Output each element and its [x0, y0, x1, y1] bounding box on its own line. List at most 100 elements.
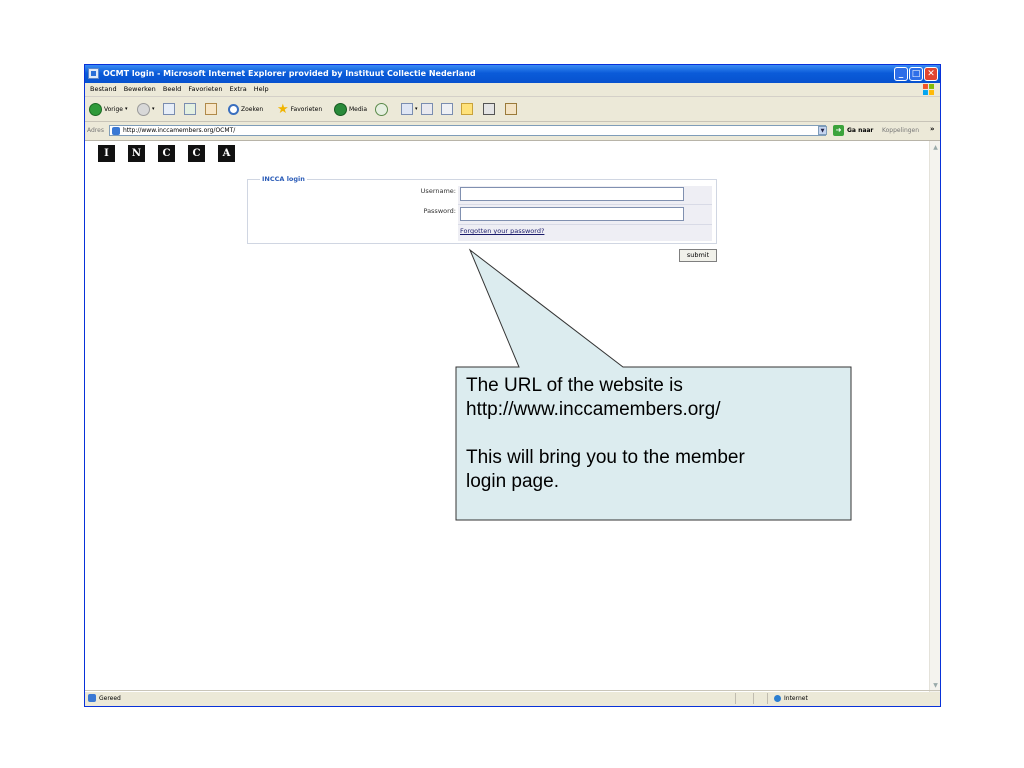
forward-dropdown-icon: ▾	[152, 106, 155, 112]
logo-letter: I	[98, 145, 115, 162]
status-divider	[767, 693, 768, 704]
research-icon	[505, 103, 517, 115]
history-button[interactable]	[375, 101, 388, 117]
search-label: Zoeken	[241, 105, 264, 113]
address-input[interactable]: http://www.inccamembers.org/OCMT/	[109, 125, 826, 136]
submit-button[interactable]: submit	[679, 249, 717, 262]
menu-favorieten[interactable]: Favorieten	[188, 83, 222, 96]
discuss-button[interactable]	[461, 101, 473, 117]
window-title: OCMT login - Microsoft Internet Explorer…	[103, 69, 476, 78]
menu-bar: Bestand Bewerken Beeld Favorieten Extra …	[85, 83, 940, 97]
search-icon	[228, 103, 239, 115]
edit-button[interactable]	[441, 101, 453, 117]
print-icon	[421, 103, 433, 115]
go-button[interactable]: ➜ Ga naar	[833, 125, 873, 136]
globe-icon	[774, 695, 781, 702]
status-divider	[753, 693, 754, 704]
status-text: Gereed	[99, 695, 121, 702]
scroll-down-icon[interactable]: ▼	[931, 681, 940, 690]
media-button[interactable]: Media	[334, 101, 367, 117]
edit-icon	[441, 103, 453, 115]
callout-line: login page.	[466, 471, 559, 492]
address-label: Adres	[87, 127, 104, 134]
menu-beeld[interactable]: Beeld	[163, 83, 181, 96]
logo-letter: A	[218, 145, 235, 162]
maximize-button[interactable]: □	[909, 67, 923, 81]
stop-icon	[163, 103, 175, 115]
login-legend: INCCA login	[260, 175, 307, 183]
menu-extra[interactable]: Extra	[230, 83, 247, 96]
stop-button[interactable]	[163, 101, 175, 117]
back-label: Vorige	[104, 105, 123, 113]
forward-button[interactable]: ▾	[137, 101, 155, 117]
back-dropdown-icon: ▾	[124, 106, 128, 112]
title-bar[interactable]: OCMT login - Microsoft Internet Explorer…	[85, 65, 940, 83]
callout-line: The URL of the website is	[466, 375, 683, 396]
minimize-button[interactable]: _	[894, 67, 908, 81]
status-page-icon	[88, 694, 96, 702]
window-controls: _ □ ✕	[894, 67, 938, 81]
password-input[interactable]	[460, 207, 684, 221]
refresh-icon	[184, 103, 196, 115]
login-fieldset: INCCA login Username: Password: Forgotte…	[247, 175, 717, 244]
password-label: Password:	[423, 207, 456, 215]
address-url: http://www.inccamembers.org/OCMT/	[123, 127, 236, 134]
messenger-button[interactable]	[483, 101, 495, 117]
research-button[interactable]	[505, 101, 517, 117]
go-arrow-icon: ➜	[833, 125, 844, 136]
print-button[interactable]	[421, 101, 433, 117]
chevron-down-icon: ▼	[820, 128, 825, 134]
back-arrow-icon	[89, 102, 102, 116]
favorites-button[interactable]: ★ Favorieten	[277, 101, 322, 117]
menu-help[interactable]: Help	[254, 83, 269, 96]
username-input[interactable]	[460, 187, 684, 201]
forward-arrow-icon	[137, 102, 150, 116]
address-bar: Adres http://www.inccamembers.org/OCMT/ …	[85, 122, 940, 141]
callout-note: The URL of the website is http://www.inc…	[466, 374, 846, 494]
history-icon	[375, 102, 388, 116]
callout-line: http://www.inccamembers.org/	[466, 399, 721, 420]
go-label: Ga naar	[847, 127, 874, 134]
home-button[interactable]	[205, 101, 217, 117]
folder-icon	[461, 103, 473, 115]
links-label[interactable]: Koppelingen	[882, 127, 919, 134]
close-icon: ✕	[927, 69, 935, 79]
ie-window-icon	[88, 68, 99, 79]
media-icon	[334, 102, 347, 116]
home-icon	[205, 103, 217, 115]
star-icon: ★	[277, 101, 289, 117]
row-divider	[458, 224, 712, 225]
search-button[interactable]: Zoeken	[228, 101, 263, 117]
row-divider	[458, 204, 712, 205]
windows-logo-icon	[923, 84, 934, 95]
back-button[interactable]: Vorige ▾	[89, 101, 127, 117]
media-label: Media	[349, 105, 368, 113]
logo-letter: C	[188, 145, 205, 162]
page-icon	[112, 127, 120, 135]
minimize-icon: _	[898, 69, 904, 79]
mail-button[interactable]: ▾	[401, 101, 418, 117]
security-zone: Internet	[784, 695, 808, 702]
status-bar: Gereed Internet	[85, 690, 940, 706]
status-divider	[735, 693, 736, 704]
mail-dropdown-icon: ▾	[415, 106, 418, 112]
mail-icon	[401, 103, 413, 115]
incca-logo: I N C C A	[98, 145, 235, 162]
scroll-up-icon[interactable]: ▲	[931, 143, 940, 152]
maximize-icon: □	[911, 69, 921, 79]
vertical-scrollbar[interactable]: ▲ ▼	[929, 141, 940, 692]
address-dropdown-button[interactable]: ▼	[818, 126, 827, 135]
forgot-password-link[interactable]: Forgotten your password?	[460, 227, 544, 235]
username-label: Username:	[420, 187, 456, 195]
favorites-label: Favorieten	[290, 105, 323, 113]
refresh-button[interactable]	[184, 101, 196, 117]
toolbar: Vorige ▾ ▾ Zoeken ★ Favorieten Media ▾	[85, 97, 940, 122]
menu-bewerken[interactable]: Bewerken	[124, 83, 156, 96]
menu-bestand[interactable]: Bestand	[90, 83, 117, 96]
callout-line: This will bring you to the member	[466, 447, 745, 468]
logo-letter: C	[158, 145, 175, 162]
logo-letter: N	[128, 145, 145, 162]
messenger-icon	[483, 103, 495, 115]
links-chevron-icon[interactable]: »	[930, 125, 935, 133]
close-button[interactable]: ✕	[924, 67, 938, 81]
